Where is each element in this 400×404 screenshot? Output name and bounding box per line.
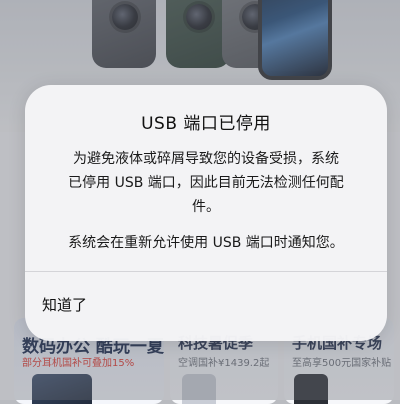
alert-message-line: 为避免液体或碎屑导致您的设备受损，系统 <box>73 151 339 167</box>
alert-message-line: 件。 <box>192 199 220 215</box>
alert-message-secondary: 系统会在重新允许使用 USB 端口时通知您。 <box>68 235 344 251</box>
usb-disabled-alert: USB 端口已停用 为避免液体或碎屑导致您的设备受损，系统 已停用 USB 端口… <box>25 85 387 341</box>
dismiss-button[interactable]: 知道了 <box>25 272 387 341</box>
alert-title: USB 端口已停用 <box>141 114 271 134</box>
alert-message-line: 已停用 USB 端口，因此目前无法检测任何配 <box>68 175 344 191</box>
alert-message: 为避免液体或碎屑导致您的设备受损，系统 已停用 USB 端口，因此目前无法检测任… <box>47 147 365 219</box>
dismiss-button-label: 知道了 <box>42 296 88 314</box>
